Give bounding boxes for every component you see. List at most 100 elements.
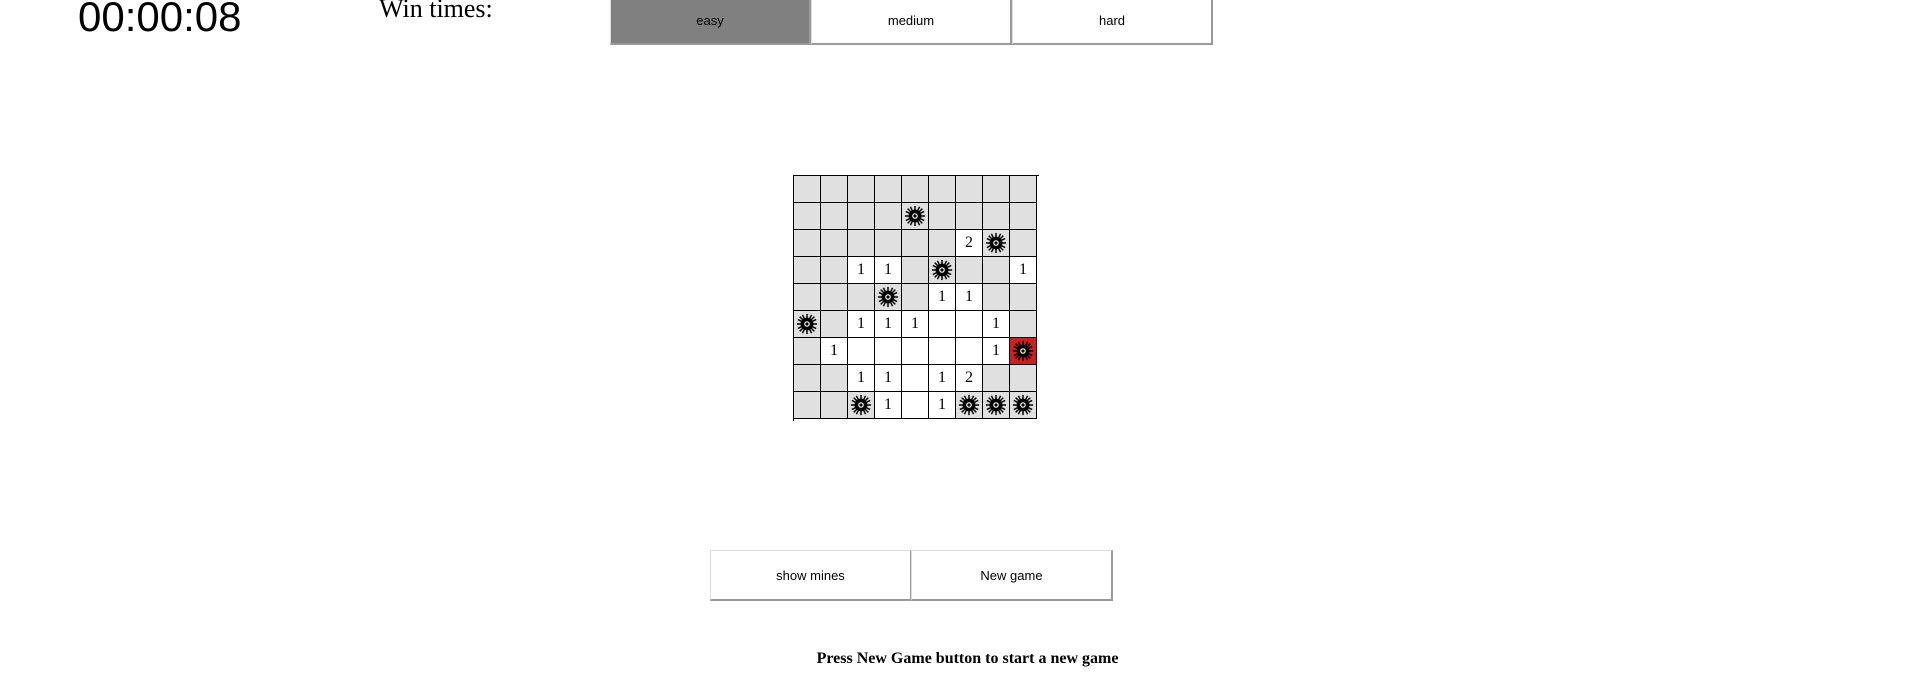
board-cell-mine[interactable] [956,392,983,419]
board-cell-hidden[interactable] [821,176,848,203]
board-cell-number[interactable]: 1 [983,311,1010,338]
board-cell-hidden[interactable] [821,392,848,419]
board-cell-number[interactable]: 1 [902,311,929,338]
board-cell-open[interactable] [956,311,983,338]
board-cell-hidden[interactable] [1010,176,1037,203]
new-game-button[interactable]: New game [911,550,1113,601]
status-message: Press New Game button to start a new gam… [816,650,1119,667]
board-cell-hidden[interactable] [1010,311,1037,338]
board-cell-number[interactable]: 1 [875,365,902,392]
board-cell-exploded-mine[interactable] [1010,338,1037,365]
board-cell-hidden[interactable] [875,230,902,257]
game-timer: 00:00:08 [78,0,242,40]
board-cell-mine[interactable] [1010,392,1037,419]
board-cell-hidden[interactable] [794,284,821,311]
board-cell-hidden[interactable] [794,257,821,284]
board-cell-hidden[interactable] [821,203,848,230]
board-cell-mine[interactable] [983,230,1010,257]
mine-icon [985,394,1007,416]
board-cell-hidden[interactable] [983,365,1010,392]
board-cell-number[interactable]: 1 [983,338,1010,365]
board-cell-hidden[interactable] [929,230,956,257]
board-cell-number[interactable]: 2 [956,230,983,257]
board-cell-number[interactable]: 1 [848,257,875,284]
medium-button[interactable]: medium [811,0,1012,45]
board-cell-hidden[interactable] [848,284,875,311]
board-cell-number[interactable]: 1 [875,311,902,338]
mine-icon [958,394,980,416]
win-times-label: Win times: [379,0,493,23]
board-cell-hidden[interactable] [1010,365,1037,392]
mine-icon [985,232,1007,254]
board-cell-open[interactable] [956,338,983,365]
board-cell-hidden[interactable] [929,176,956,203]
board-cell-hidden[interactable] [848,230,875,257]
board-cell-number[interactable]: 1 [848,311,875,338]
mine-icon [850,394,872,416]
board-cell-hidden[interactable] [902,284,929,311]
board-cell-number[interactable]: 1 [821,338,848,365]
board-cell-hidden[interactable] [794,392,821,419]
board-cell-hidden[interactable] [875,203,902,230]
board-cell-hidden[interactable] [794,365,821,392]
board-cell-mine[interactable] [794,311,821,338]
board-cell-number[interactable]: 1 [929,392,956,419]
board-cell-hidden[interactable] [821,257,848,284]
board-cell-hidden[interactable] [956,257,983,284]
mine-icon [931,259,953,281]
board-cell-hidden[interactable] [929,203,956,230]
board-cell-open[interactable] [875,338,902,365]
minesweeper-board: 211111111111111211 [793,175,1039,421]
board-cell-hidden[interactable] [875,176,902,203]
board-cell-mine[interactable] [983,392,1010,419]
board-cell-hidden[interactable] [1010,284,1037,311]
board-cell-number[interactable]: 1 [956,284,983,311]
board-cell-open[interactable] [902,338,929,365]
board-cell-open[interactable] [929,338,956,365]
board-cell-hidden[interactable] [983,203,1010,230]
mine-icon [877,286,899,308]
show-mines-button[interactable]: show mines [710,550,912,601]
board-cell-hidden[interactable] [821,311,848,338]
board-cell-hidden[interactable] [794,230,821,257]
board-cell-hidden[interactable] [848,176,875,203]
board-cell-hidden[interactable] [902,257,929,284]
board-cell-open[interactable] [929,311,956,338]
board-cell-hidden[interactable] [902,176,929,203]
board-cell-number[interactable]: 1 [929,284,956,311]
board-cell-number[interactable]: 2 [956,365,983,392]
board-cell-number[interactable]: 1 [875,257,902,284]
board-cell-hidden[interactable] [794,176,821,203]
board-cell-hidden[interactable] [821,365,848,392]
board-cell-hidden[interactable] [1010,203,1037,230]
board-cell-number[interactable]: 1 [875,392,902,419]
board-cell-mine[interactable] [875,284,902,311]
mine-icon [1012,394,1034,416]
board-cell-hidden[interactable] [821,230,848,257]
mine-icon [1012,340,1034,362]
board-cell-hidden[interactable] [1010,230,1037,257]
board-cell-hidden[interactable] [821,284,848,311]
board-cell-open[interactable] [902,365,929,392]
board-cell-hidden[interactable] [956,176,983,203]
board-cell-mine[interactable] [902,203,929,230]
easy-button[interactable]: easy [610,0,811,45]
board-cell-hidden[interactable] [902,230,929,257]
board-cell-number[interactable]: 1 [848,365,875,392]
board-cell-mine[interactable] [848,392,875,419]
board-cell-open[interactable] [902,392,929,419]
board-cell-hidden[interactable] [848,203,875,230]
board-cell-hidden[interactable] [983,284,1010,311]
board-cell-hidden[interactable] [983,257,1010,284]
mine-icon [796,313,818,335]
board-cell-mine[interactable] [929,257,956,284]
board-cell-hidden[interactable] [794,203,821,230]
board-cell-open[interactable] [848,338,875,365]
board-cell-number[interactable]: 1 [1010,257,1037,284]
mine-icon [904,205,926,227]
board-cell-hidden[interactable] [983,176,1010,203]
hard-button[interactable]: hard [1012,0,1213,45]
board-cell-hidden[interactable] [794,338,821,365]
board-cell-hidden[interactable] [956,203,983,230]
board-cell-number[interactable]: 1 [929,365,956,392]
